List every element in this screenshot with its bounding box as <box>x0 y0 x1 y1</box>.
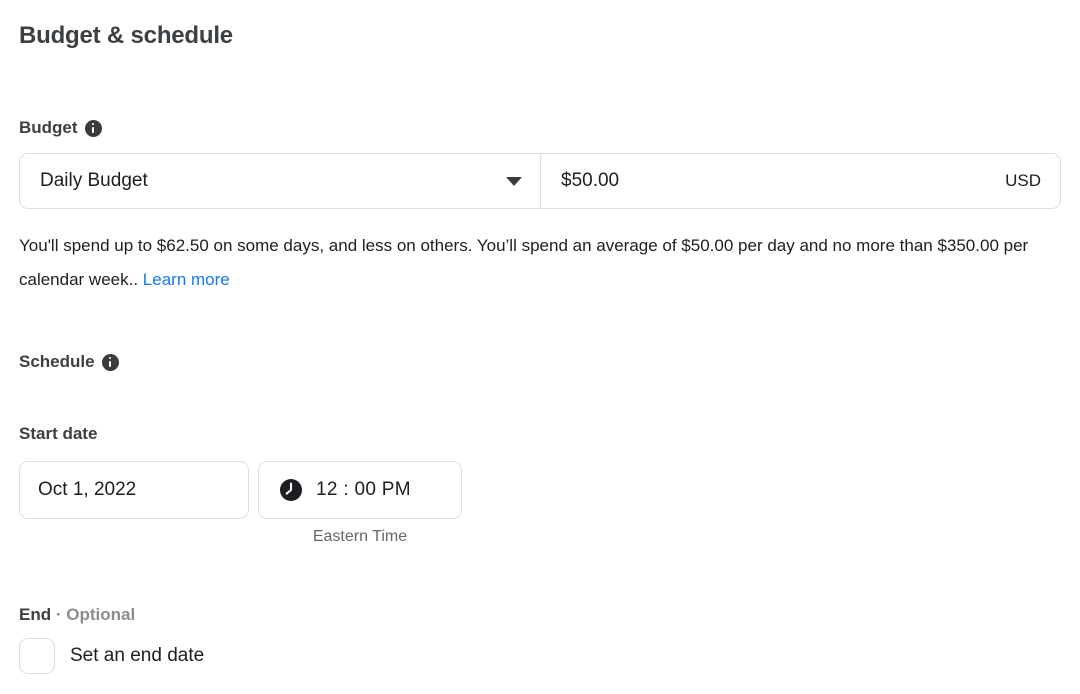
learn-more-link[interactable]: Learn more <box>143 270 230 289</box>
start-time-column: 12 : 00 PM Eastern Time <box>258 461 462 547</box>
budget-schedule-panel: Budget & schedule Budget Daily Budget $5… <box>0 0 1080 694</box>
schedule-section-label: Schedule <box>19 351 1061 373</box>
budget-label-text: Budget <box>19 118 78 137</box>
budget-type-value: Daily Budget <box>40 170 148 191</box>
budget-help-text: You'll spend up to $62.50 on some days, … <box>19 229 1061 297</box>
set-end-date-label: Set an end date <box>70 645 205 666</box>
budget-amount-input[interactable]: $50.00 USD <box>541 154 1060 208</box>
start-time-input[interactable]: 12 : 00 PM <box>258 461 462 519</box>
timezone-label: Eastern Time <box>312 528 408 545</box>
page-title: Budget & schedule <box>19 22 233 49</box>
start-datetime-row: Oct 1, 2022 12 : 00 PM Eastern Time <box>19 461 1061 547</box>
budget-amount-value: $50.00 <box>561 170 620 191</box>
budget-currency-label: USD <box>1005 171 1041 190</box>
clock-icon <box>280 479 302 501</box>
start-date-input[interactable]: Oct 1, 2022 <box>19 461 249 519</box>
budget-section-label: Budget <box>19 117 1061 139</box>
end-optional-text: · Optional <box>55 605 136 624</box>
start-date-label: Start date <box>19 424 98 443</box>
budget-input-row: Daily Budget $50.00 USD <box>19 153 1061 209</box>
start-time-value: 12 : 00 PM <box>316 479 411 500</box>
schedule-label-text: Schedule <box>19 352 95 371</box>
set-end-date-row[interactable]: Set an end date <box>19 638 1061 674</box>
info-icon[interactable] <box>101 353 119 371</box>
end-section-label: End · Optional <box>19 604 1061 626</box>
chevron-down-icon[interactable] <box>506 176 522 186</box>
start-date-value: Oct 1, 2022 <box>38 479 137 500</box>
set-end-date-checkbox[interactable] <box>19 638 55 674</box>
budget-type-select[interactable]: Daily Budget <box>20 154 541 208</box>
end-label-text: End <box>19 605 52 624</box>
info-icon[interactable] <box>84 119 102 137</box>
